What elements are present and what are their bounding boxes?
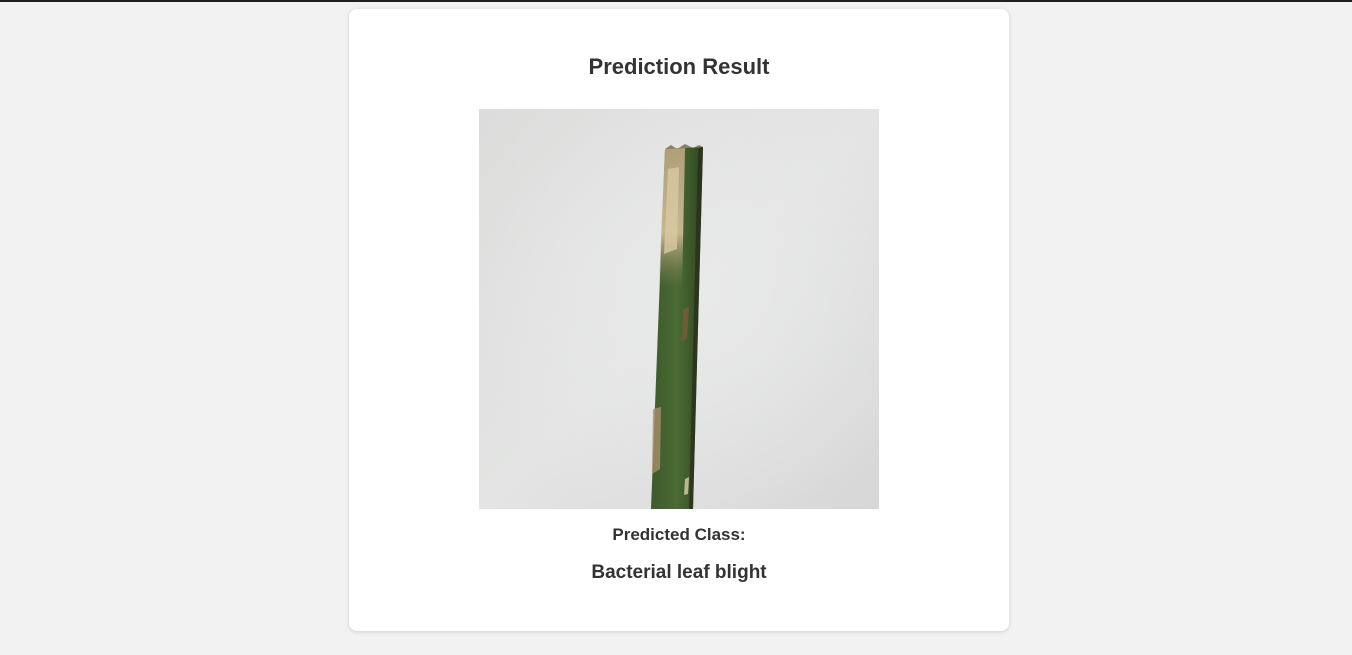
uploaded-leaf-image	[479, 109, 879, 509]
predicted-class-value: Bacterial leaf blight	[591, 562, 767, 583]
prediction-card: Prediction Result Predicted Class: Bacte…	[349, 9, 1009, 631]
page-title: Prediction Result	[588, 54, 770, 79]
predicted-class-label: Predicted Class:	[612, 525, 746, 544]
window-top-border	[0, 0, 1352, 2]
